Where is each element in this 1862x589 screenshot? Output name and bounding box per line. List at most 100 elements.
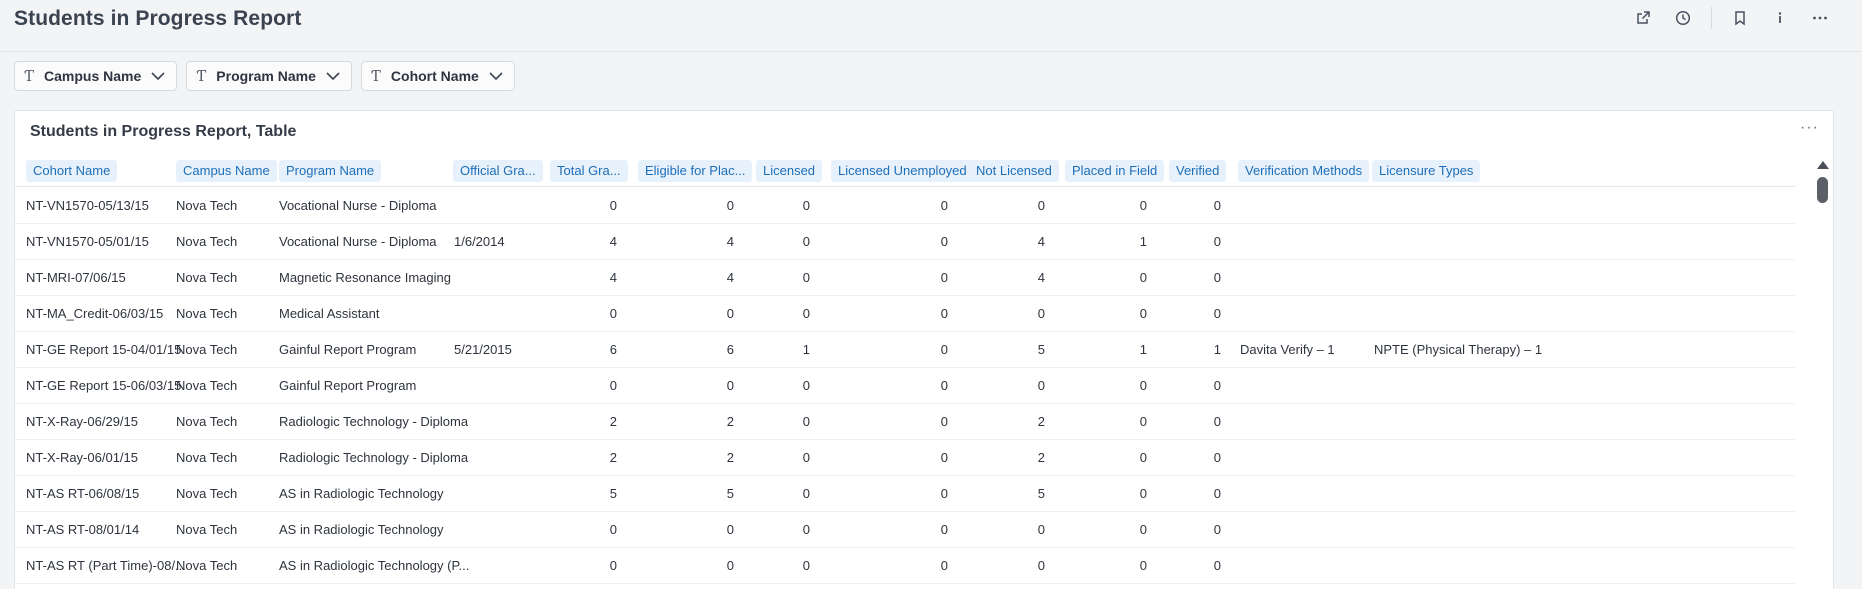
filter-label: Campus Name bbox=[44, 68, 142, 84]
table-cell: Gainful Report Program bbox=[279, 342, 417, 357]
table-cell: 0 bbox=[940, 486, 948, 501]
filter-label: Program Name bbox=[216, 68, 316, 84]
table-cell: 0 bbox=[1139, 486, 1147, 501]
table-row[interactable]: NT-GE Report 15-06/03/15 Nova Tech Gainful… bbox=[15, 368, 1795, 404]
column-header[interactable]: Licensed bbox=[756, 160, 823, 182]
table-cell: NT-GE Report 15-06/03/15 bbox=[26, 378, 182, 393]
column-header[interactable]: Total Gra... bbox=[550, 160, 628, 182]
panel-more-icon[interactable]: ··· bbox=[1800, 119, 1819, 137]
filter-bar: Ƭ Campus Name Ƭ Program Name Ƭ Cohort Na… bbox=[14, 61, 515, 91]
table-cell: 4 bbox=[726, 234, 734, 249]
table-row[interactable]: NT-X-Ray-06/29/15 Nova Tech Radiologic Tec… bbox=[15, 404, 1795, 440]
table-cell: 0 bbox=[940, 270, 948, 285]
table-cell: 2 bbox=[726, 450, 734, 465]
table-cell: 0 bbox=[802, 306, 810, 321]
table-header: Cohort Name Campus Name Program Name Offici… bbox=[15, 157, 1795, 187]
table-cell: 0 bbox=[726, 198, 734, 213]
chevron-down-icon bbox=[326, 68, 340, 84]
table-row[interactable]: NT-AS RT-06/08/15 Nova Tech AS in Radiolog… bbox=[15, 476, 1795, 512]
column-header[interactable]: Official Gra... bbox=[453, 160, 543, 182]
table-cell: 2 bbox=[726, 414, 734, 429]
table-cell: Nova Tech bbox=[176, 198, 238, 213]
table-cell: Nova Tech bbox=[176, 522, 238, 537]
table-cell: 1/6/2014 bbox=[454, 234, 505, 249]
table-cell: 1 bbox=[1213, 342, 1221, 357]
column-header[interactable]: Campus Name bbox=[176, 160, 277, 182]
table-cell: 0 bbox=[1139, 378, 1147, 393]
table-cell: 2 bbox=[1037, 450, 1045, 465]
table-cell: Magnetic Resonance Imaging bbox=[279, 270, 451, 285]
table-cell: Nova Tech bbox=[176, 378, 238, 393]
chevron-down-icon bbox=[489, 68, 503, 84]
scroll-up-arrow-icon[interactable] bbox=[1817, 161, 1829, 169]
table-cell: NT-AS RT-08/01/14 bbox=[26, 522, 140, 537]
table-row[interactable]: NT-AS RT-08/01/14 Nova Tech AS in Radiolog… bbox=[15, 512, 1795, 548]
table-cell: 2 bbox=[609, 450, 617, 465]
table-cell: Vocational Nurse - Diploma bbox=[279, 234, 437, 249]
table-row[interactable]: NT-VN1570-05/13/15 Nova Tech Vocational Nu… bbox=[15, 188, 1795, 224]
clock-icon[interactable] bbox=[1671, 6, 1695, 30]
scroll-thumb[interactable] bbox=[1817, 177, 1828, 203]
column-header[interactable]: Verification Methods bbox=[1238, 160, 1370, 182]
table-cell: 0 bbox=[1213, 522, 1221, 537]
table-cell: Nova Tech bbox=[176, 342, 238, 357]
column-header[interactable]: Program Name bbox=[279, 160, 382, 182]
table-cell: 4 bbox=[1037, 270, 1045, 285]
more-icon[interactable] bbox=[1808, 6, 1832, 30]
table-cell: 4 bbox=[609, 234, 617, 249]
table-cell: 0 bbox=[1213, 270, 1221, 285]
bookmark-icon[interactable] bbox=[1728, 6, 1752, 30]
filter-cohort-name[interactable]: Ƭ Cohort Name bbox=[360, 61, 515, 91]
vertical-scrollbar[interactable] bbox=[1816, 157, 1830, 589]
table-cell: 0 bbox=[1037, 558, 1045, 573]
filter-campus-name[interactable]: Ƭ Campus Name bbox=[14, 61, 178, 91]
top-bar: Students in Progress Report bbox=[0, 0, 1862, 52]
table-cell: 0 bbox=[940, 234, 948, 249]
column-header[interactable]: Licensed Unemployed bbox=[831, 160, 974, 182]
table-cell: NT-VN1570-05/01/15 bbox=[26, 234, 149, 249]
chevron-down-icon bbox=[151, 68, 165, 84]
column-header[interactable]: Verified bbox=[1169, 160, 1227, 182]
column-header[interactable]: Placed in Field bbox=[1065, 160, 1165, 182]
table-cell: 2 bbox=[1037, 414, 1045, 429]
top-actions bbox=[1631, 6, 1832, 30]
filter-program-name[interactable]: Ƭ Program Name bbox=[186, 61, 352, 91]
table-cell: 0 bbox=[940, 450, 948, 465]
column-header[interactable]: Cohort Name bbox=[26, 160, 118, 182]
column-header[interactable]: Eligible for Plac... bbox=[638, 160, 753, 182]
table-cell: 5 bbox=[609, 486, 617, 501]
table-cell: 1 bbox=[1139, 234, 1147, 249]
table-row[interactable]: NT-GE Report 15-04/01/15 Nova Tech Gainful… bbox=[15, 332, 1795, 368]
table-cell: 0 bbox=[1139, 522, 1147, 537]
external-link-icon[interactable] bbox=[1631, 6, 1655, 30]
column-header[interactable]: Not Licensed bbox=[969, 160, 1059, 182]
table-cell: Nova Tech bbox=[176, 450, 238, 465]
table-row[interactable]: NT-VN1570-05/01/15 Nova Tech Vocational Nu… bbox=[15, 224, 1795, 260]
table-cell: 0 bbox=[1139, 558, 1147, 573]
table-cell: 0 bbox=[940, 522, 948, 537]
table-cell: 0 bbox=[1139, 414, 1147, 429]
table-cell: 0 bbox=[1213, 558, 1221, 573]
table-cell: 0 bbox=[1213, 378, 1221, 393]
table-cell: Nova Tech bbox=[176, 414, 238, 429]
table-cell: 0 bbox=[940, 342, 948, 357]
table-cell: 0 bbox=[802, 270, 810, 285]
table-cell: 0 bbox=[609, 558, 617, 573]
info-icon[interactable] bbox=[1768, 6, 1792, 30]
table-row[interactable]: NT-MA_Credit-06/03/15 Nova Tech Medical As… bbox=[15, 296, 1795, 332]
table-row[interactable]: NT-X-Ray-06/01/15 Nova Tech Radiologic Tec… bbox=[15, 440, 1795, 476]
table-cell: NT-VN1570-05/13/15 bbox=[26, 198, 149, 213]
table-cell: 0 bbox=[726, 522, 734, 537]
column-header[interactable]: Licensure Types bbox=[1372, 160, 1481, 182]
table-cell: AS in Radiologic Technology bbox=[279, 486, 444, 501]
table-cell: 0 bbox=[1213, 414, 1221, 429]
table-cell: NT-GE Report 15-04/01/15 bbox=[26, 342, 182, 357]
table-row[interactable]: NT-AS RT (Part Time)-08/... Nova Tech AS i… bbox=[15, 548, 1795, 584]
table-row[interactable]: NT-MRI-07/06/15 Nova Tech Magnetic Resonan… bbox=[15, 260, 1795, 296]
text-type-icon: Ƭ bbox=[24, 67, 35, 85]
table-cell: 0 bbox=[1213, 306, 1221, 321]
table-cell: Gainful Report Program bbox=[279, 378, 417, 393]
table-cell: 0 bbox=[802, 378, 810, 393]
table-cell: Nova Tech bbox=[176, 234, 238, 249]
table-cell: 0 bbox=[1037, 306, 1045, 321]
